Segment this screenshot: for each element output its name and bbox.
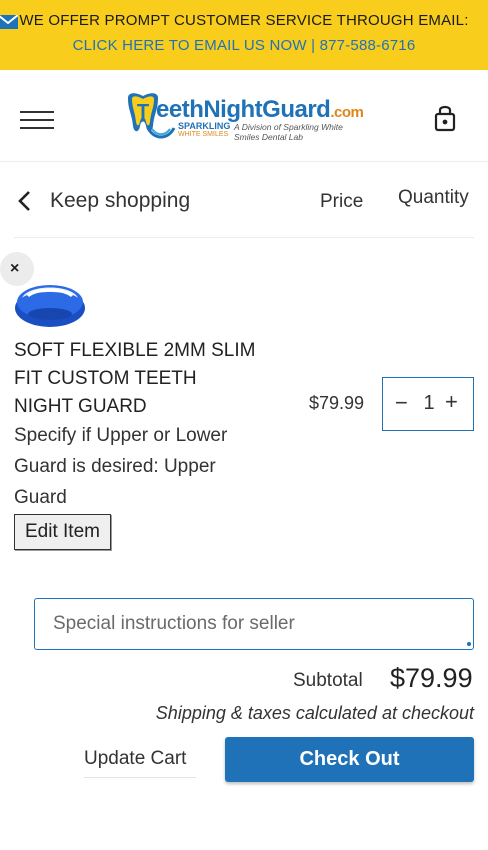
site-header: T eethNightGuard.com SPARKLING WHITE SMI… (0, 70, 488, 162)
mail-icon (0, 15, 18, 29)
announcement-text: WE OFFER PROMPT CUSTOMER SERVICE THROUGH… (19, 12, 469, 29)
subtotal-label: Subtotal (293, 670, 363, 691)
cart-header-row: Keep shopping Price Quantity (14, 162, 474, 238)
quantity-stepper[interactable]: − 1 + (382, 377, 474, 431)
logo-initial: T (137, 101, 149, 123)
quantity-column-header: Quantity (398, 187, 469, 208)
chevron-left-icon (18, 191, 30, 211)
email-us-link[interactable]: CLICK HERE TO EMAIL US NOW | 877-588-671… (0, 37, 488, 54)
logo-sparkling-text: SPARKLING (178, 121, 231, 131)
hamburger-menu-icon[interactable] (20, 111, 54, 129)
update-cart-button[interactable]: Update Cart (84, 748, 196, 778)
shopping-bag-icon[interactable] (434, 104, 456, 132)
product-title[interactable]: SOFT FLEXIBLE 2MM SLIM FIT CUSTOM TEETH … (14, 337, 274, 421)
resize-handle[interactable] (467, 642, 471, 646)
increase-quantity-button[interactable]: + (445, 389, 458, 415)
site-logo[interactable]: T eethNightGuard.com SPARKLING WHITE SMI… (124, 92, 364, 146)
quantity-value[interactable]: 1 (421, 392, 437, 415)
product-thumbnail[interactable] (14, 270, 86, 328)
product-option-text: Specify if Upper or Lower Guard is desir… (14, 425, 228, 508)
shipping-note: Shipping & taxes calculated at checkout (155, 703, 474, 723)
price-column-header: Price (320, 191, 364, 212)
logo-brand-text: eethNightGuard.com (156, 96, 364, 123)
smile-logo-icon (146, 127, 176, 139)
decrease-quantity-button[interactable]: − (395, 390, 408, 416)
keep-shopping-label: Keep shopping (50, 189, 191, 212)
subtotal-value: $79.99 (390, 663, 473, 693)
checkout-button[interactable]: Check Out (225, 737, 474, 782)
keep-shopping-link[interactable]: Keep shopping (16, 188, 190, 214)
special-instructions-field[interactable] (34, 598, 474, 650)
edit-item-button[interactable]: Edit Item (14, 514, 111, 550)
logo-white-smiles-text: WHITE SMILES (178, 131, 229, 138)
item-price: $79.99 (309, 393, 365, 413)
announcement-line-1: WE OFFER PROMPT CUSTOMER SERVICE THROUGH… (0, 12, 488, 29)
announcement-bar[interactable]: WE OFFER PROMPT CUSTOMER SERVICE THROUGH… (0, 0, 488, 70)
logo-division-text: A Division of Sparkling White Smiles Den… (234, 122, 343, 142)
